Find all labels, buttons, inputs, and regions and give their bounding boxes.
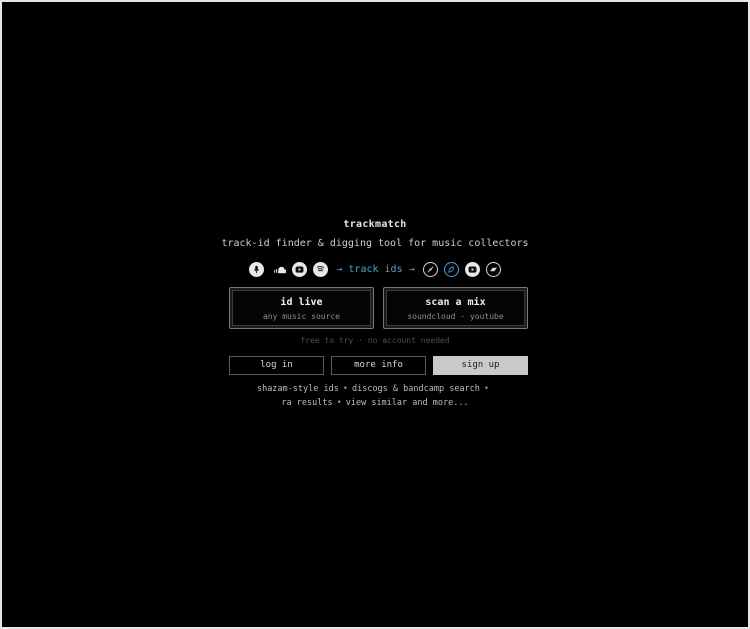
source-to-ids-flow: → track ids →	[0, 260, 750, 278]
flow-label: → track ids →	[336, 263, 415, 275]
feature-item: view similar and more...	[345, 398, 469, 408]
discogs-icon	[443, 261, 459, 277]
bandcamp-icon	[485, 261, 501, 277]
tagline: track-id finder & digging tool for music…	[221, 238, 529, 249]
id-live-title: id live	[280, 297, 323, 308]
scan-mix-title: scan a mix	[425, 297, 486, 308]
bullet: •	[342, 384, 348, 394]
more-info-button[interactable]: more info	[331, 356, 426, 375]
soundcloud-icon	[270, 262, 286, 277]
vinyl-icon	[422, 261, 438, 277]
page-background	[2, 2, 748, 627]
microphone-icon	[249, 261, 265, 277]
sign-up-button[interactable]: sign up	[433, 356, 528, 375]
app-title: trackmatch	[343, 219, 407, 230]
features-line-2: ra results • view similar and more...	[0, 398, 750, 408]
id-live-subtitle: any music source	[262, 312, 341, 321]
id-live-card[interactable]: id live any music source	[229, 287, 374, 329]
features-line-1: shazam-style ids • discogs & bandcamp sear…	[0, 384, 750, 394]
feature-item: shazam-style ids	[256, 384, 339, 394]
free-note: free to try · no account needed	[300, 336, 450, 345]
feature-item: discogs & bandcamp search	[351, 384, 480, 394]
youtube-icon	[464, 261, 480, 277]
spotify-icon	[313, 261, 329, 277]
scan-mix-subtitle: soundcloud · youtube	[407, 312, 504, 321]
bullet: •	[483, 384, 490, 394]
login-button[interactable]: log in	[229, 356, 324, 375]
scan-mix-card[interactable]: scan a mix soundcloud · youtube	[383, 287, 528, 329]
youtube-icon	[292, 261, 308, 277]
bullet: •	[336, 398, 342, 408]
feature-item: ra results	[281, 398, 333, 408]
